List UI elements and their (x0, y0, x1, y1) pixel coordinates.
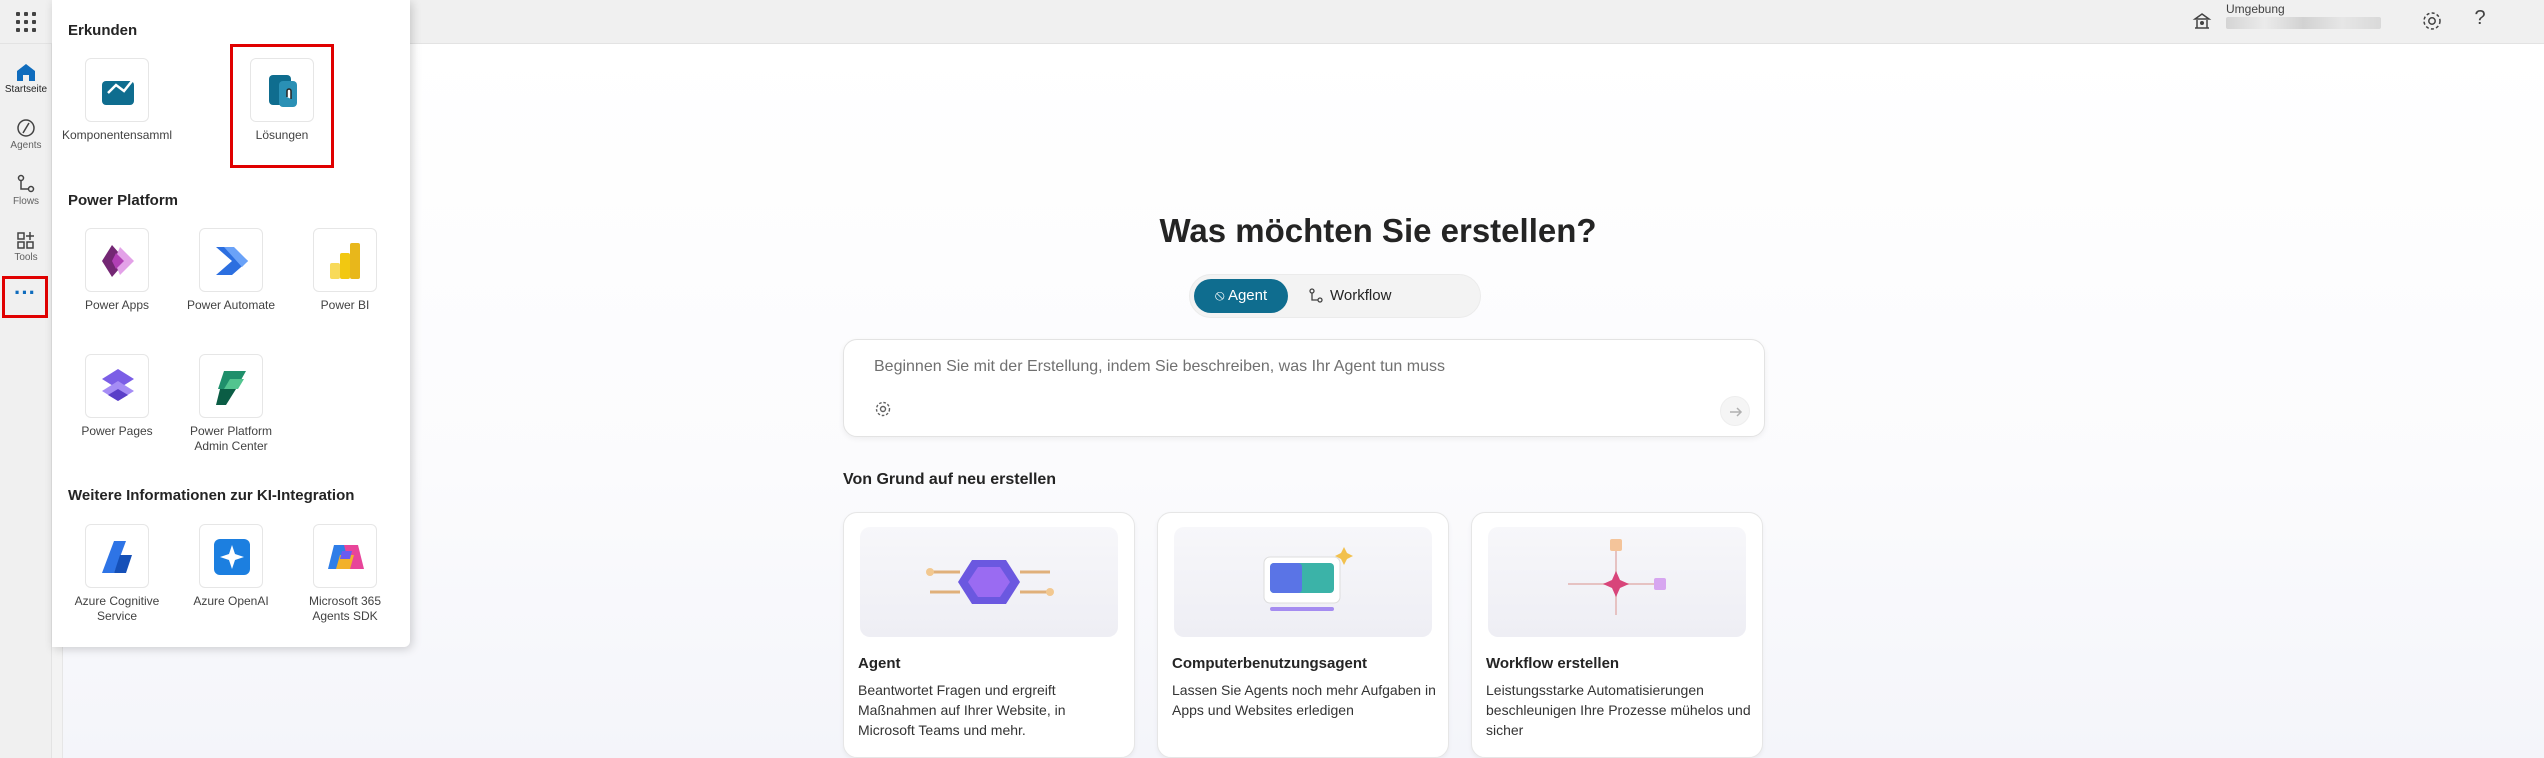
tile-label: Komponentensamml (62, 128, 172, 142)
azure-cognitive-service-icon (85, 524, 149, 588)
mode-toggle: ⦸ Agent Workflow (1189, 274, 1481, 318)
tools-icon (17, 232, 34, 249)
card-computer-use-illustration (1174, 527, 1432, 637)
toggle-workflow-button[interactable]: Workflow (1300, 279, 1420, 313)
toggle-agent-label: Agent (1227, 287, 1268, 304)
tile-power-automate[interactable]: Power Automate (176, 228, 286, 313)
workflow-icon (1309, 288, 1323, 303)
send-arrow-icon (1730, 407, 1743, 417)
rail-item-label: Tools (14, 252, 38, 263)
section-title: Von Grund auf neu erstellen (843, 471, 1057, 488)
power-apps-icon (85, 228, 149, 292)
tile-power-pages[interactable]: Power Pages (62, 354, 172, 439)
power-pages-icon (85, 354, 149, 418)
tile-azure-openai[interactable]: Azure OpenAI (176, 524, 286, 609)
tile-microsoft-365-agents-sdk[interactable]: Microsoft 365 Agents SDK (290, 524, 400, 624)
tile-label: Power Automate (186, 298, 276, 312)
rail-item-tools[interactable]: Tools (0, 220, 52, 272)
main-content: Was möchten Sie erstellen? ⦸ Agent Workf… (62, 44, 2544, 758)
flyout-section-title: Power Platform (68, 192, 179, 209)
flow-icon (17, 174, 35, 193)
card-description: Leistungsstarke Automatisierungen beschl… (1486, 682, 1751, 738)
card-description: Lassen Sie Agents noch mehr Aufgaben in … (1172, 682, 1436, 718)
settings-icon[interactable] (2420, 9, 2444, 33)
tile-label: Azure Cognitive Service (74, 594, 160, 623)
left-rail: Startseite Agents Flows Tools ··· (0, 44, 52, 758)
environment-label: Umgebung (2226, 2, 2285, 16)
power-bi-icon (313, 228, 377, 292)
card-description: Beantwortet Fragen und ergreift Maßnahme… (858, 682, 1066, 738)
environment-icon[interactable] (2192, 11, 2212, 31)
power-platform-admin-icon (199, 354, 263, 418)
app-launcher-icon[interactable] (14, 10, 38, 34)
azure-openai-icon (199, 524, 263, 588)
rail-item-label: Startseite (4, 84, 48, 95)
prompt-settings-icon[interactable] (874, 400, 892, 418)
card-title: Workflow erstellen (1486, 655, 1620, 672)
flyout-section-title: Weitere Informationen zur KI-Integration (68, 487, 355, 504)
toggle-agent-button[interactable]: ⦸ Agent (1194, 279, 1288, 313)
power-automate-icon (199, 228, 263, 292)
card-agent[interactable]: Agent Beantwortet Fragen und ergreift Ma… (843, 512, 1135, 758)
more-flyout: Erkunden Komponentensamml Lösungen Power… (52, 0, 410, 647)
card-title: Computerbenutzungsagent (1172, 655, 1367, 672)
tile-label: Azure OpenAI (193, 594, 269, 608)
flyout-section-title: Erkunden (68, 22, 138, 39)
tile-power-apps[interactable]: Power Apps (62, 228, 172, 313)
tile-label: Power BI (320, 298, 370, 312)
card-workflow[interactable]: Workflow erstellen Leistungsstarke Autom… (1471, 512, 1763, 758)
tile-azure-cognitive-service[interactable]: Azure Cognitive Service (62, 524, 172, 624)
prompt-input[interactable] (874, 356, 1674, 378)
environment-value[interactable] (2226, 17, 2381, 29)
agent-toggle-icon: ⦸ (1214, 287, 1228, 304)
tile-label: Power Platform Admin Center (189, 424, 273, 453)
card-workflow-illustration (1488, 527, 1746, 637)
tile-label: Power Apps (84, 298, 150, 312)
rail-item-label: Flows (12, 196, 40, 207)
tile-power-platform-admin-center[interactable]: Power Platform Admin Center (176, 354, 286, 454)
send-button[interactable] (1720, 396, 1750, 426)
toggle-workflow-label: Workflow (1330, 287, 1392, 304)
solutions-highlight (230, 44, 334, 168)
tile-label: Microsoft 365 Agents SDK (308, 594, 382, 623)
tile-label: Power Pages (81, 424, 153, 438)
component-collection-icon (85, 58, 149, 122)
rail-item-flows[interactable]: Flows (0, 164, 52, 216)
tile-power-bi[interactable]: Power BI (290, 228, 400, 313)
card-agent-illustration (860, 527, 1118, 637)
page-title: Was möchten Sie erstellen? (1159, 212, 1597, 249)
agent-icon (17, 119, 35, 137)
microsoft-365-copilot-icon (313, 524, 377, 588)
home-icon (17, 64, 35, 81)
help-icon[interactable]: ? (2468, 7, 2492, 33)
rail-item-agents[interactable]: Agents (0, 108, 52, 160)
tile-component-collections[interactable]: Komponentensamml (62, 58, 172, 143)
card-computer-use-agent[interactable]: Computerbenutzungsagent Lassen Sie Agent… (1157, 512, 1449, 758)
more-button[interactable]: ··· (2, 276, 48, 318)
rail-item-label: Agents (10, 140, 42, 151)
rail-item-home[interactable]: Startseite (0, 52, 52, 104)
card-title: Agent (858, 655, 901, 672)
prompt-box (843, 339, 1765, 437)
